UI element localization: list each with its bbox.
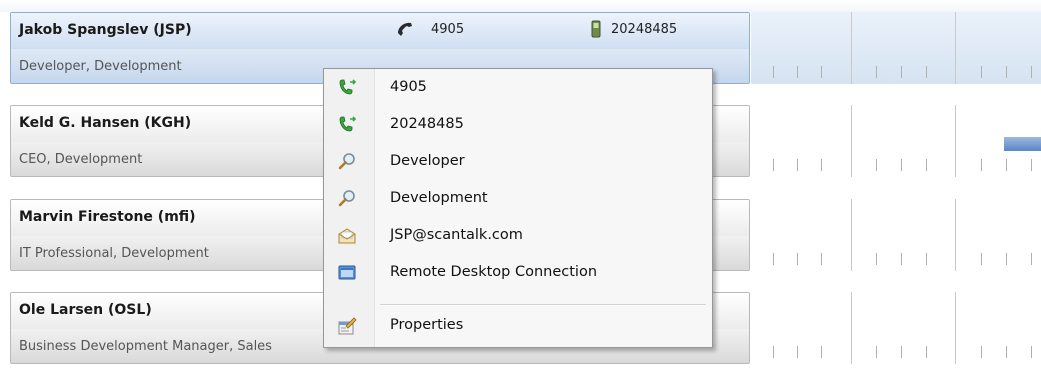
- menu-item-email[interactable]: JSP@scantalk.com: [324, 218, 712, 255]
- menu-item-search-title[interactable]: Developer: [324, 144, 712, 181]
- menu-item-label: 4905: [390, 79, 427, 95]
- contact-name: Jakob Spangslev (JSP): [19, 22, 192, 38]
- timeline-row-2: [751, 105, 1041, 177]
- timeline-row-3: [751, 199, 1041, 271]
- search-icon: [337, 189, 357, 209]
- call-phone-icon: [337, 115, 357, 135]
- contact-name: Keld G. Hansen (KGH): [19, 115, 192, 131]
- contact-name: Marvin Firestone (mfi): [19, 209, 196, 225]
- call-phone-icon: [337, 78, 357, 98]
- menu-item-label: Remote Desktop Connection: [390, 264, 598, 280]
- contact-role: Developer, Development: [19, 59, 182, 74]
- phone-number[interactable]: 4905: [431, 22, 464, 37]
- search-icon: [337, 152, 357, 172]
- timeline-row-4: [751, 292, 1041, 364]
- menu-item-call-phone[interactable]: 4905: [324, 70, 712, 107]
- menu-separator: [380, 304, 706, 306]
- menu-item-label: 20248485: [390, 116, 464, 132]
- contact-role: Business Development Manager, Sales: [19, 339, 272, 354]
- menu-item-remote-desktop[interactable]: Remote Desktop Connection: [324, 255, 712, 292]
- remote-desktop-icon: [337, 263, 357, 283]
- timeline-row-1: [751, 12, 1041, 84]
- context-menu: 4905 20248485 Developer Development JSP@…: [323, 68, 713, 348]
- contact-role: IT Professional, Development: [19, 246, 209, 261]
- menu-item-label: JSP@scantalk.com: [390, 227, 523, 243]
- mobile-number[interactable]: 20248485: [611, 22, 677, 37]
- mobile-phone-icon: [589, 20, 607, 38]
- menu-item-label: Properties: [390, 317, 464, 333]
- properties-icon: [337, 316, 357, 336]
- menu-item-call-mobile[interactable]: 20248485: [324, 107, 712, 144]
- desk-phone-icon: [396, 20, 414, 38]
- calendar-appointment-bar[interactable]: [1004, 137, 1041, 151]
- mail-icon: [337, 226, 357, 246]
- contact-role: CEO, Development: [19, 152, 143, 167]
- menu-item-properties[interactable]: Properties: [324, 308, 712, 345]
- top-strip: [0, 0, 1041, 12]
- contact-name: Ole Larsen (OSL): [19, 302, 152, 318]
- menu-item-search-department[interactable]: Development: [324, 181, 712, 218]
- menu-item-label: Developer: [390, 153, 465, 169]
- menu-item-label: Development: [390, 190, 488, 206]
